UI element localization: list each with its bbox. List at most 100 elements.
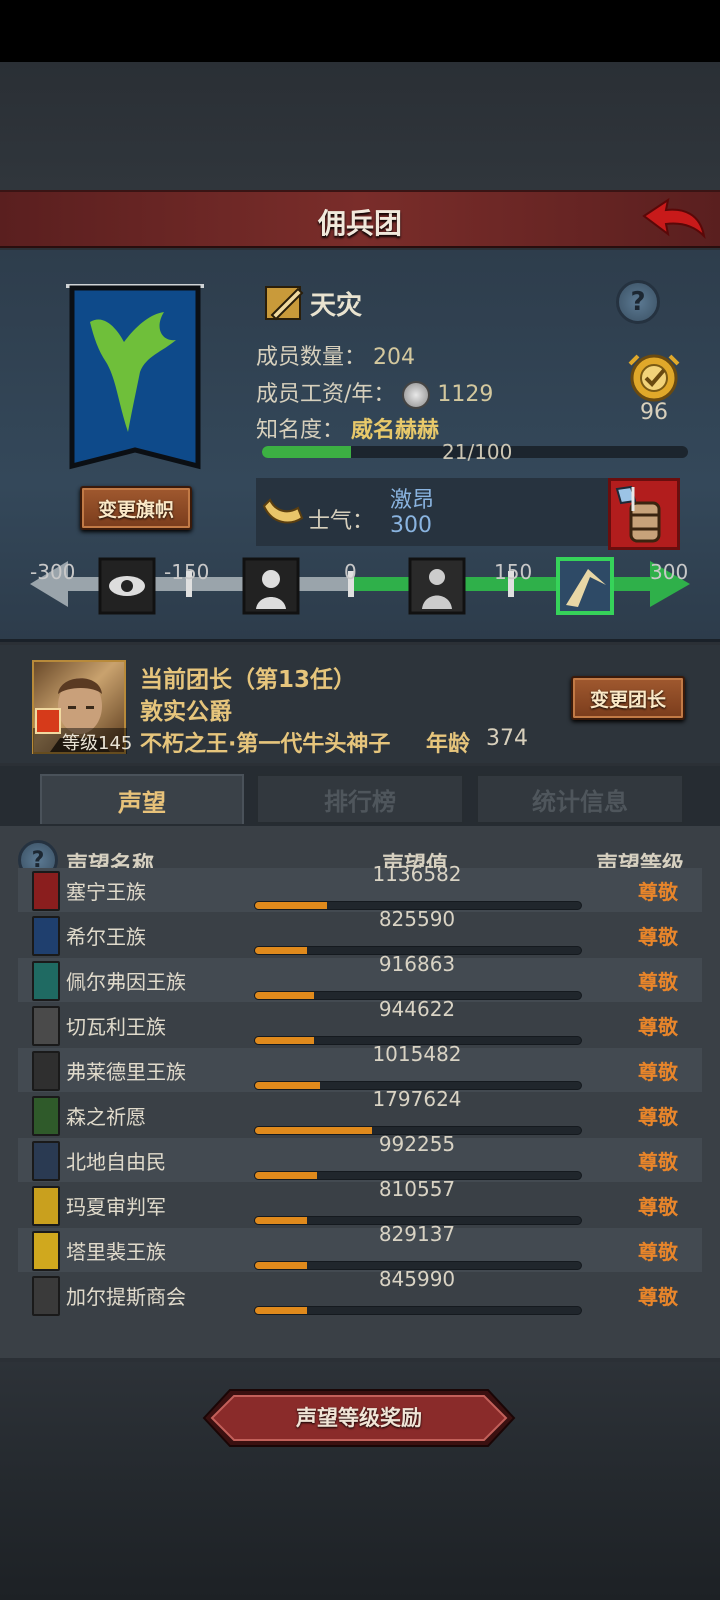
faction-crest-icon <box>32 961 60 1001</box>
faction-name: 塞宁王族 <box>66 880 146 904</box>
faction-crest-icon <box>32 916 60 956</box>
leader-rank: 敦实公爵 <box>140 699 232 725</box>
change-leader-button[interactable]: 变更团长 <box>571 676 685 720</box>
faction-name: 佩尔弗因王族 <box>66 970 186 994</box>
change-banner-button[interactable]: 变更旗帜 <box>80 486 192 530</box>
reputation-value: 1015482 <box>372 1042 462 1066</box>
fame-label: 知名度： <box>256 418 345 443</box>
reputation-progress-fill <box>255 1307 308 1314</box>
faction-crest-icon <box>32 1096 60 1136</box>
reputation-row[interactable]: 佩尔弗因王族 916863 尊敬 <box>18 952 702 1002</box>
status-bar-area <box>0 0 720 62</box>
faction-name: 玛夏审判军 <box>66 1195 166 1219</box>
morale-label: 士气： <box>308 509 375 534</box>
reputation-level: 尊敬 <box>638 1285 678 1309</box>
salary-value: 1129 <box>437 382 494 407</box>
reputation-level: 尊敬 <box>638 1195 678 1219</box>
reputation-row[interactable]: 北地自由民 992255 尊敬 <box>18 1132 702 1182</box>
morale-tick-label: -300 <box>30 560 76 584</box>
morale-tick-label: 300 <box>650 560 689 584</box>
reputation-value: 1797624 <box>372 1087 462 1111</box>
reputation-value: 992255 <box>378 1132 456 1156</box>
guild-banner <box>66 284 204 470</box>
reputation-value: 829137 <box>378 1222 456 1246</box>
reputation-row[interactable]: 玛夏审判军 810557 尊敬 <box>18 1177 702 1227</box>
reputation-reward-label: 声望等级奖励 <box>296 1406 422 1430</box>
guild-name: 天灾 <box>310 291 363 321</box>
reputation-row[interactable]: 切瓦利王族 944622 尊敬 <box>18 997 702 1047</box>
morale-scale <box>30 557 690 615</box>
reputation-level: 尊敬 <box>638 1060 678 1084</box>
fame-row: 知名度： 威名赫赫 <box>256 412 439 444</box>
age-value: 374 <box>486 726 528 751</box>
reputation-row[interactable]: 森之祈愿 1797624 尊敬 <box>18 1087 702 1137</box>
back-arrow-icon[interactable] <box>640 196 708 244</box>
morale-tick-label: 150 <box>494 560 533 584</box>
fame-progress-fill <box>262 446 352 458</box>
salary-row: 成员工资/年： 1129 <box>256 376 493 409</box>
reputation-progress-bar <box>254 1306 582 1315</box>
page-title: 佣兵团 <box>317 207 402 240</box>
quill-icon <box>265 286 304 321</box>
title-bar: 佣兵团 <box>0 190 720 248</box>
reputation-value: 944622 <box>378 997 456 1021</box>
reputation-level: 尊敬 <box>638 1015 678 1039</box>
horn-icon <box>262 498 304 524</box>
faction-name: 希尔王族 <box>66 925 146 949</box>
faction-name: 塔里裴王族 <box>66 1240 166 1264</box>
reputation-level: 尊敬 <box>638 1105 678 1129</box>
reputation-value: 825590 <box>378 907 456 931</box>
morale-state: 激昂 <box>390 488 435 513</box>
silver-coin-icon <box>402 381 431 409</box>
barrel-icon[interactable] <box>608 478 680 550</box>
faction-crest-icon <box>32 1231 60 1271</box>
faction-name: 切瓦利王族 <box>66 1015 166 1039</box>
leader-level: 等级145 <box>62 733 133 754</box>
leader-name: 不朽之王·第一代牛头神子 <box>140 732 391 757</box>
background-top <box>0 62 720 190</box>
reputation-level: 尊敬 <box>638 1240 678 1264</box>
faction-name: 森之祈愿 <box>66 1105 146 1129</box>
faction-crest-icon <box>32 1276 60 1316</box>
tab-statistics[interactable]: 统计信息 <box>476 774 684 824</box>
faction-crest-icon <box>32 1141 60 1181</box>
morale-state-calm-icon <box>408 557 466 615</box>
fame-progress-text: 21/100 <box>442 440 513 464</box>
reputation-value: 916863 <box>378 952 456 976</box>
morale-state-despair-icon <box>242 557 300 615</box>
faction-crest-icon <box>32 1186 60 1226</box>
morale-state-inspired-icon <box>556 557 614 615</box>
reputation-level: 尊敬 <box>638 1150 678 1174</box>
faction-crest-icon <box>32 1006 60 1046</box>
reputation-row[interactable]: 希尔王族 825590 尊敬 <box>18 907 702 957</box>
reputation-level: 尊敬 <box>638 925 678 949</box>
reputation-value: 1136582 <box>372 862 462 886</box>
reputation-value: 810557 <box>378 1177 456 1201</box>
award-count: 96 <box>640 400 668 425</box>
fame-title: 威名赫赫 <box>351 418 440 443</box>
morale-tick-label: 0 <box>344 560 357 584</box>
reputation-row[interactable]: 弗莱德里王族 1015482 尊敬 <box>18 1042 702 1092</box>
member-count-label: 成员数量： <box>256 345 367 370</box>
morale-value: 300 <box>390 513 432 538</box>
tab-ranking[interactable]: 排行榜 <box>256 774 464 824</box>
reputation-row[interactable]: 加尔提斯商会 845990 尊敬 <box>18 1267 702 1317</box>
tab-reputation[interactable]: 声望 <box>40 774 244 824</box>
reputation-row[interactable]: 塞宁王族 1136582 尊敬 <box>18 862 702 912</box>
reputation-row[interactable]: 塔里裴王族 829137 尊敬 <box>18 1222 702 1272</box>
reputation-level: 尊敬 <box>638 880 678 904</box>
reputation-value: 845990 <box>378 1267 456 1291</box>
faction-name: 弗莱德里王族 <box>66 1060 186 1084</box>
faction-name: 加尔提斯商会 <box>66 1285 186 1309</box>
leader-title: 当前团长（第13任） <box>140 667 357 693</box>
member-count-row: 成员数量： 204 <box>256 339 415 371</box>
faction-crest-icon <box>32 1051 60 1091</box>
guild-screen: 佣兵团 变更旗帜 天灾 ? 成员数量： 204 成员工资/年： 1129 知名度… <box>0 0 720 1600</box>
salary-label: 成员工资/年： <box>256 382 396 407</box>
age-label: 年龄 <box>426 732 471 757</box>
morale-state-eye-icon <box>98 557 156 615</box>
faction-crest-icon <box>32 871 60 911</box>
minotaur-icon <box>35 708 61 734</box>
morale-tick-label: -150 <box>164 560 210 584</box>
help-icon[interactable]: ? <box>616 280 660 324</box>
